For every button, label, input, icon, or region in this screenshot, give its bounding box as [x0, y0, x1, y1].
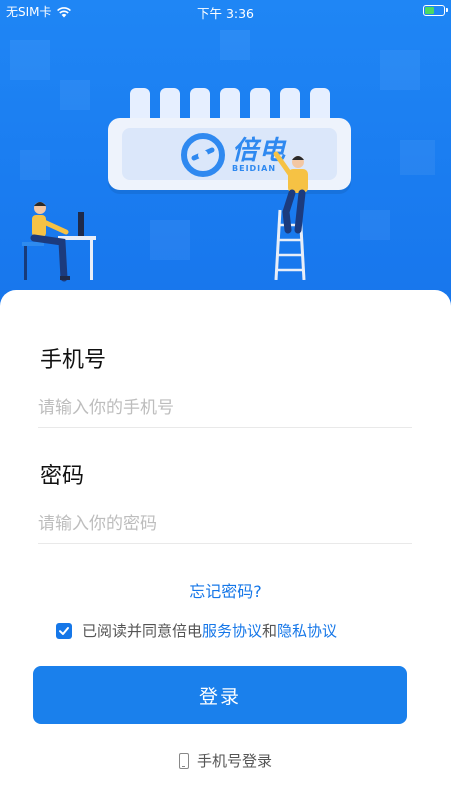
bg-square — [400, 140, 435, 175]
login-card: 手机号 密码 忘记密码? 已阅读并同意倍电 服务协议 和 隐私协议 登录 手机号… — [0, 290, 451, 800]
phone-login-link[interactable]: 手机号登录 — [0, 750, 451, 771]
password-label: 密码 — [40, 464, 85, 489]
phone-input[interactable] — [38, 394, 412, 428]
mobile-phone-icon — [178, 752, 189, 769]
privacy-agreement-link[interactable]: 隐私协议 — [277, 620, 337, 641]
battery-level — [425, 7, 434, 14]
agreement-checkbox[interactable] — [56, 622, 72, 639]
forgot-password-link[interactable]: 忘记密码? — [0, 578, 451, 602]
bg-square — [380, 50, 420, 90]
checkmark-icon — [59, 626, 69, 635]
person-on-ladder-illustration — [273, 151, 308, 280]
bg-square — [220, 30, 250, 60]
bg-square — [360, 210, 390, 240]
hero-banner: 无SIM卡 下午 3:36 倍电 BEIDIAN — [0, 0, 451, 310]
battery-icon — [423, 5, 448, 16]
password-input[interactable] — [38, 510, 412, 544]
agreement-conjunction: 和 — [262, 622, 278, 640]
login-button[interactable]: 登录 — [33, 666, 407, 724]
service-agreement-link[interactable]: 服务协议 — [202, 620, 262, 641]
status-bar: 无SIM卡 下午 3:36 — [0, 0, 451, 22]
bg-square — [60, 80, 90, 110]
person-at-desk-illustration — [22, 202, 96, 282]
bg-square — [150, 220, 190, 260]
clock: 下午 3:36 — [196, 6, 255, 21]
brand-logo-icon — [181, 133, 225, 177]
phone-label: 手机号 — [40, 348, 107, 373]
phone-login-label: 手机号登录 — [196, 752, 272, 770]
agreement-prefix: 已阅读并同意倍电 — [82, 622, 203, 640]
bg-square — [20, 150, 50, 180]
bg-square — [10, 40, 50, 80]
agreement-row: 已阅读并同意倍电 服务协议 和 隐私协议 — [56, 620, 337, 641]
